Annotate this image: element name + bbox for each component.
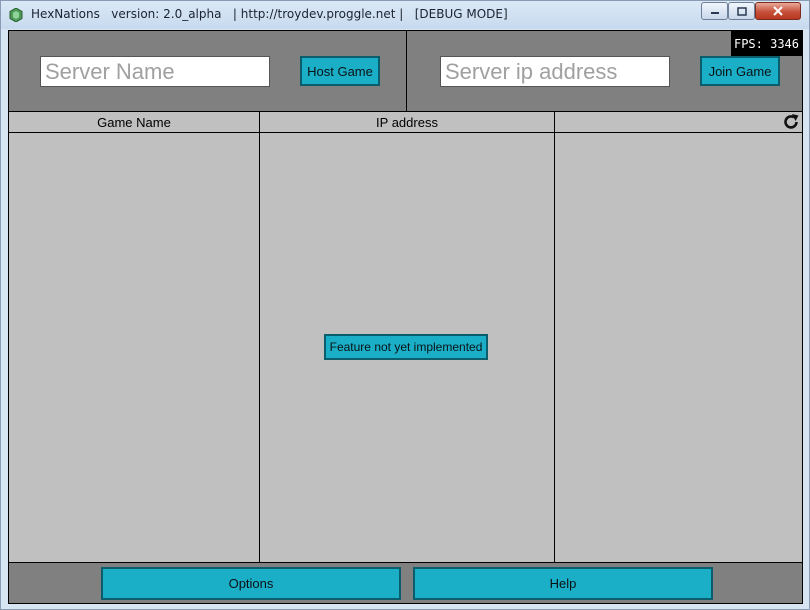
window-title: HexNations version: 2.0_alpha | http://t… (31, 7, 508, 21)
game-client: Host Game Join Game FPS: 3346 Game Name … (8, 30, 803, 604)
minimize-icon (710, 12, 719, 14)
app-icon (9, 8, 23, 22)
column-divider (259, 112, 260, 562)
close-button[interactable] (755, 2, 801, 20)
title-bar[interactable]: HexNations version: 2.0_alpha | http://t… (1, 1, 809, 29)
maximize-icon (736, 6, 747, 16)
panel-divider (406, 31, 407, 111)
options-button[interactable]: Options (101, 567, 401, 600)
column-divider (554, 112, 555, 562)
server-name-input[interactable] (40, 56, 270, 87)
maximize-button[interactable] (728, 2, 755, 20)
server-list-header: Game Name IP address (9, 112, 802, 133)
join-game-button[interactable]: Join Game (700, 56, 780, 86)
column-header-game-name: Game Name (97, 114, 171, 130)
close-icon (773, 6, 783, 16)
refresh-icon[interactable] (782, 113, 800, 131)
not-implemented-message: Feature not yet implemented (324, 334, 488, 360)
column-header-extra (555, 112, 802, 132)
bottom-bar: Options Help (9, 562, 802, 603)
help-button[interactable]: Help (413, 567, 713, 600)
connection-panel: Host Game Join Game FPS: 3346 (9, 31, 802, 112)
column-header-ip-address: IP address (376, 114, 438, 130)
minimize-button[interactable] (701, 2, 728, 20)
server-ip-input[interactable] (440, 56, 670, 87)
app-window: HexNations version: 2.0_alpha | http://t… (0, 0, 810, 610)
host-game-button[interactable]: Host Game (300, 56, 380, 86)
fps-counter: FPS: 3346 (731, 31, 802, 56)
